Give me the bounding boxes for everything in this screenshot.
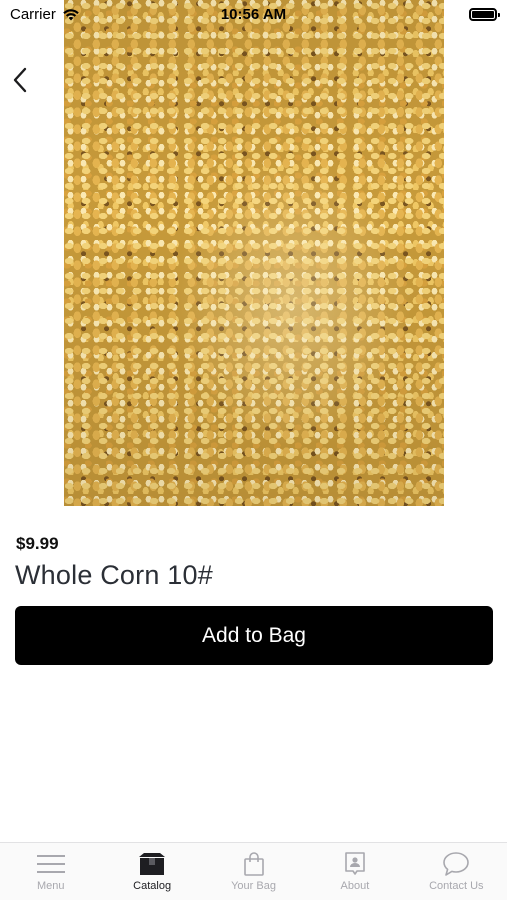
status-left: Carrier [10,6,80,23]
tab-your-bag[interactable]: Your Bag [203,843,304,900]
wifi-icon [62,8,80,21]
tab-your-bag-label: Your Bag [231,880,276,892]
tab-contact-us-label: Contact Us [429,880,484,892]
product-detail-screen: Carrier 10:56 AM $9.99 Whole Corn 10# Ad… [0,0,507,900]
product-price: $9.99 [16,534,59,553]
tab-about[interactable]: About [304,843,405,900]
add-to-bag-button[interactable]: Add to Bag [15,606,493,665]
back-button[interactable] [4,62,36,98]
bag-icon [239,851,269,877]
tab-menu[interactable]: Menu [0,843,101,900]
tab-contact-us[interactable]: Contact Us [406,843,507,900]
battery-icon [469,7,500,21]
chevron-left-icon [13,67,27,93]
contact-card-icon [340,851,370,877]
status-bar: Carrier 10:56 AM [0,0,507,28]
product-image [64,0,444,506]
tab-catalog[interactable]: Catalog [101,843,202,900]
product-title: Whole Corn 10# [15,560,213,590]
hamburger-icon [36,851,66,877]
tab-about-label: About [340,880,370,892]
tab-catalog-label: Catalog [133,880,172,892]
tab-bar: Menu Catalog Your Bag About Contact Us [0,842,507,900]
box-icon [137,851,167,877]
chat-bubble-icon [441,851,471,877]
carrier-label: Carrier [10,5,56,23]
tab-menu-label: Menu [36,880,65,892]
